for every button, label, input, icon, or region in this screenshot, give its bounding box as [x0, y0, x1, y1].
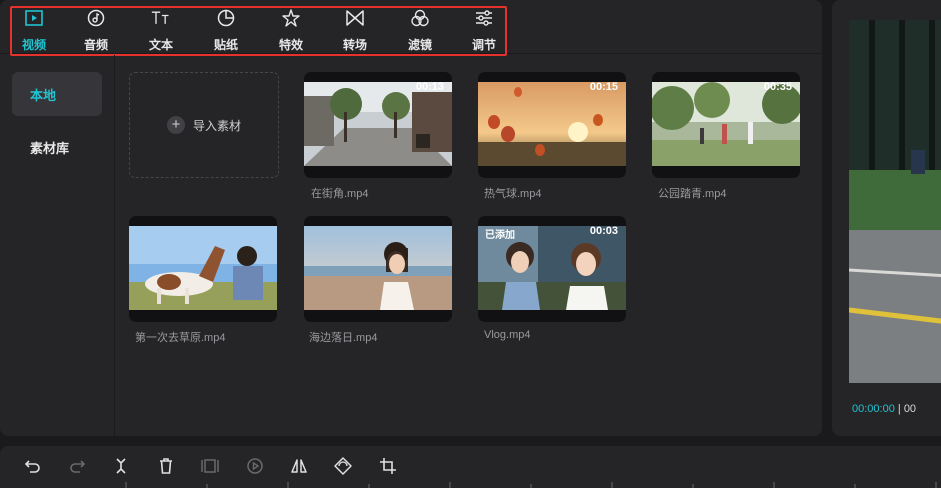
timeline-ruler	[125, 482, 937, 488]
media-panel: 视频 音频 文本 贴纸 特效 转场 滤镜 调节 本地 素材库 + 导入素材 00…	[0, 0, 822, 436]
redo-icon[interactable]	[67, 456, 87, 476]
rotate-icon[interactable]	[333, 456, 353, 476]
tab-label: 文本	[148, 38, 173, 52]
sticker-icon	[216, 8, 236, 33]
media-clip[interactable]: 00:15	[478, 72, 626, 178]
tab-label: 特效	[278, 38, 303, 52]
clip-thumbnail	[304, 82, 452, 166]
plus-icon: +	[166, 116, 185, 134]
tab-filter[interactable]: 滤镜	[396, 8, 444, 52]
tab-label: 贴纸	[213, 38, 238, 52]
clip-duration: 00:13	[415, 81, 444, 93]
clip-thumbnail	[129, 226, 277, 310]
effects-icon	[281, 8, 301, 33]
import-label: 导入素材	[192, 118, 241, 133]
clip-duration: 00:15	[589, 81, 618, 93]
clip-thumbnail	[652, 82, 800, 166]
tab-video[interactable]: 视频	[10, 8, 58, 52]
clip-filename: 第一次去草原.mp4	[135, 332, 226, 344]
tab-transition[interactable]: 转场	[331, 8, 379, 52]
tab-label: 视频	[21, 38, 46, 52]
undo-icon[interactable]	[23, 456, 43, 476]
media-clip[interactable]	[129, 216, 277, 322]
mirror-icon[interactable]	[289, 456, 309, 476]
sidebar-item-library[interactable]: 素材库	[12, 125, 102, 169]
preview-panel: 00:00:00 | 00	[832, 0, 941, 436]
clip-duration: 00:03	[589, 225, 618, 237]
tab-audio[interactable]: 音频	[72, 8, 120, 52]
total-time: 00	[903, 403, 917, 415]
tab-label: 滤镜	[407, 38, 432, 52]
added-badge: 已添加	[485, 230, 515, 241]
time-separator: |	[897, 403, 901, 415]
tab-label: 转场	[342, 38, 367, 52]
delete-icon[interactable]	[156, 456, 176, 476]
media-clip[interactable]: 00:35	[652, 72, 800, 178]
tab-label: 音频	[83, 38, 108, 52]
tab-text[interactable]: 文本	[137, 8, 185, 52]
adjust-icon	[474, 8, 494, 33]
sidebar-item-local[interactable]: 本地	[12, 72, 102, 116]
audio-icon	[86, 8, 106, 33]
clip-filename: 海边落日.mp4	[309, 332, 378, 344]
freeze-frame-icon[interactable]	[200, 456, 220, 476]
clip-filename: 热气球.mp4	[484, 188, 542, 200]
preview-timecode: 00:00:00 | 00	[852, 403, 916, 415]
clip-thumbnail	[304, 226, 452, 310]
crop-icon[interactable]	[378, 456, 398, 476]
tab-label: 调节	[471, 38, 496, 52]
clip-duration: 00:35	[763, 81, 792, 93]
preview-video-frame[interactable]	[849, 20, 941, 383]
split-icon[interactable]	[111, 456, 131, 476]
media-toolbar: 视频 音频 文本 贴纸 特效 转场 滤镜 调节	[0, 0, 822, 56]
tab-sticker[interactable]: 贴纸	[202, 8, 250, 52]
sidebar-item-label: 素材库	[30, 140, 70, 156]
media-sidebar: 本地 素材库	[0, 55, 115, 436]
tab-effects[interactable]: 特效	[267, 8, 315, 52]
video-icon	[24, 8, 44, 33]
sidebar-item-label: 本地	[30, 87, 57, 103]
import-media-button[interactable]: + 导入素材	[129, 72, 279, 178]
clip-filename: 在街角.mp4	[311, 188, 369, 200]
media-clip[interactable]	[304, 216, 452, 322]
filter-icon	[410, 8, 430, 33]
tab-adjust[interactable]: 调节	[460, 8, 508, 52]
current-time: 00:00:00	[852, 403, 895, 415]
transition-icon	[345, 8, 365, 33]
clip-thumbnail	[478, 82, 626, 166]
play-icon[interactable]	[245, 456, 265, 476]
text-icon	[151, 8, 171, 33]
clip-filename: Vlog.mp4	[484, 329, 531, 341]
clip-filename: 公园踏青.mp4	[658, 188, 727, 200]
media-clip[interactable]: 00:13	[304, 72, 452, 178]
media-clip[interactable]: 已添加 00:03	[478, 216, 626, 322]
